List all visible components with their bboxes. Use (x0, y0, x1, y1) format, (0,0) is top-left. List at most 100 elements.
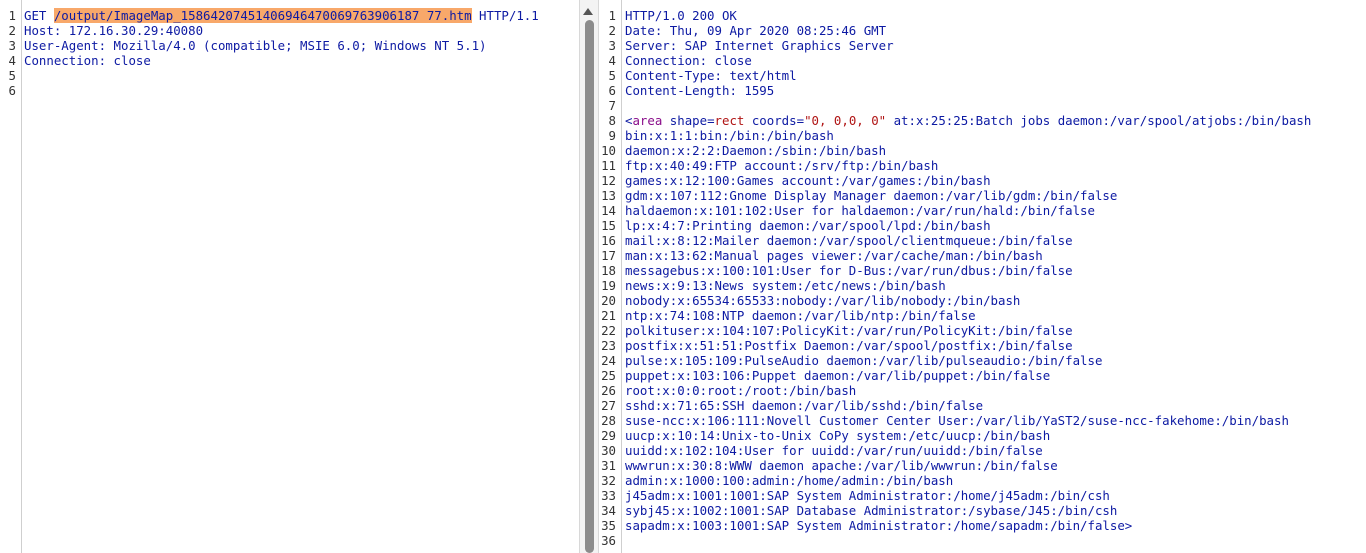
line-content[interactable]: sybj45:x:1002:1001:SAP Database Administ… (625, 503, 1117, 518)
response-line[interactable]: 14 haldaemon:x:101:102:User for haldaemon… (599, 203, 1366, 218)
line-content[interactable]: games:x:12:100:Games account:/var/games:… (625, 173, 991, 188)
line-content[interactable]: Host: 172.16.30.29:40080 (24, 23, 203, 38)
line-content[interactable]: uucp:x:10:14:Unix-to-Unix CoPy system:/e… (625, 428, 1050, 443)
line-content[interactable]: Connection: close (625, 53, 752, 68)
response-line[interactable]: 26 root:x:0:0:root:/root:/bin/bash (599, 383, 1366, 398)
response-line[interactable]: 19 news:x:9:13:News system:/etc/news:/bin… (599, 278, 1366, 293)
arrow-up-icon[interactable] (583, 8, 593, 15)
line-content[interactable]: sshd:x:71:65:SSH daemon:/var/lib/sshd:/b… (625, 398, 983, 413)
response-line[interactable]: 27 sshd:x:71:65:SSH daemon:/var/lib/sshd:… (599, 398, 1366, 413)
response-line[interactable]: 21 ntp:x:74:108:NTP daemon:/var/lib/ntp:/… (599, 308, 1366, 323)
line-content[interactable]: Content-Length: 1595 (625, 83, 774, 98)
response-line[interactable]: 4 Connection: close (599, 53, 1366, 68)
response-line[interactable]: 6 Content-Length: 1595 (599, 83, 1366, 98)
line-content[interactable]: lp:x:4:7:Printing daemon:/var/spool/lpd:… (625, 218, 991, 233)
code-token: : close (98, 53, 151, 68)
line-content[interactable]: j45adm:x:1001:1001:SAP System Administra… (625, 488, 1110, 503)
line-content[interactable]: suse-ncc:x:106:111:Novell Customer Cente… (625, 413, 1289, 428)
header-name: Connection (24, 53, 99, 68)
line-number: 11 (601, 158, 616, 173)
response-line[interactable]: 13 gdm:x:107:112:Gnome Display Manager da… (599, 188, 1366, 203)
response-line[interactable]: 2 Date: Thu, 09 Apr 2020 08:25:46 GMT (599, 23, 1366, 38)
request-line[interactable]: 5 (0, 68, 579, 83)
response-line[interactable]: 32 admin:x:1000:100:admin:/home/admin:/bi… (599, 473, 1366, 488)
line-content[interactable]: gdm:x:107:112:Gnome Display Manager daem… (625, 188, 1117, 203)
response-line[interactable]: 34 sybj45:x:1002:1001:SAP Database Admini… (599, 503, 1366, 518)
line-content[interactable]: daemon:x:2:2:Daemon:/sbin:/bin/bash (625, 143, 886, 158)
response-line[interactable]: 30 uuidd:x:102:104:User for uuidd:/var/ru… (599, 443, 1366, 458)
line-content[interactable]: GET /output/ImageMap_1586420745140694647… (24, 8, 539, 23)
code-token: sshd:x:71:65:SSH daemon:/var/lib/sshd:/b… (625, 398, 984, 413)
response-line[interactable]: 36 (599, 533, 1366, 548)
response-line[interactable]: 20 nobody:x:65534:65533:nobody:/var/lib/n… (599, 293, 1366, 308)
scrollbar-thumb[interactable] (585, 20, 594, 553)
request-line[interactable]: 6 (0, 83, 579, 98)
header-name: Date (625, 23, 655, 38)
code-token: admin:x:1000:100:admin:/home/admin:/bin/… (625, 473, 954, 488)
line-content[interactable]: man:x:13:62:Manual pages viewer:/var/cac… (625, 248, 1043, 263)
response-line[interactable]: 24 pulse:x:105:109:PulseAudio daemon:/var… (599, 353, 1366, 368)
response-line[interactable]: 33 j45adm:x:1001:1001:SAP System Administ… (599, 488, 1366, 503)
response-line[interactable]: 1 HTTP/1.0 200 OK (599, 8, 1366, 23)
request-line[interactable]: 4 Connection: close (0, 53, 579, 68)
response-line[interactable]: 15 lp:x:4:7:Printing daemon:/var/spool/lp… (599, 218, 1366, 233)
line-content[interactable]: User-Agent: Mozilla/4.0 (compatible; MSI… (24, 38, 487, 53)
line-content[interactable]: bin:x:1:1:bin:/bin:/bin/bash (625, 128, 834, 143)
line-number: 6 (8, 83, 16, 98)
response-line[interactable]: 9 bin:x:1:1:bin:/bin:/bin/bash (599, 128, 1366, 143)
line-content[interactable]: Server: SAP Internet Graphics Server (625, 38, 894, 53)
line-number: 5 (8, 68, 16, 83)
code-token: : Mozilla/4.0 (compatible; MSIE 6.0; Win… (98, 38, 487, 53)
split-scrollbar[interactable] (579, 0, 599, 553)
line-content[interactable]: sapadm:x:1003:1001:SAP System Administra… (625, 518, 1132, 533)
line-content[interactable]: ftp:x:40:49:FTP account:/srv/ftp:/bin/ba… (625, 158, 938, 173)
line-content[interactable]: Date: Thu, 09 Apr 2020 08:25:46 GMT (625, 23, 886, 38)
line-content[interactable]: Connection: close (24, 53, 151, 68)
scrollbar-track[interactable] (583, 20, 595, 553)
response-line[interactable]: 10 daemon:x:2:2:Daemon:/sbin:/bin/bash (599, 143, 1366, 158)
response-line[interactable]: 22 polkituser:x:104:107:PolicyKit:/var/ru… (599, 323, 1366, 338)
response-line[interactable]: 12 games:x:12:100:Games account:/var/game… (599, 173, 1366, 188)
line-content[interactable]: polkituser:x:104:107:PolicyKit:/var/run/… (625, 323, 1073, 338)
response-line[interactable]: 17 man:x:13:62:Manual pages viewer:/var/c… (599, 248, 1366, 263)
line-content[interactable]: nobody:x:65534:65533:nobody:/var/lib/nob… (625, 293, 1020, 308)
response-line[interactable]: 31 wwwrun:x:30:8:WWW daemon apache:/var/l… (599, 458, 1366, 473)
line-content[interactable]: mail:x:8:12:Mailer daemon:/var/spool/cli… (625, 233, 1073, 248)
request-line[interactable]: 3 User-Agent: Mozilla/4.0 (compatible; MS… (0, 38, 579, 53)
response-line[interactable]: 7 (599, 98, 1366, 113)
request-lines[interactable]: 1 GET /output/ImageMap_158642074514069464… (0, 8, 579, 98)
request-editor[interactable]: 1 GET /output/ImageMap_158642074514069464… (0, 0, 579, 553)
line-content[interactable]: pulse:x:105:109:PulseAudio daemon:/var/l… (625, 353, 1102, 368)
line-content[interactable]: news:x:9:13:News system:/etc/news:/bin/b… (625, 278, 946, 293)
response-line[interactable]: 18 messagebus:x:100:101:User for D-Bus:/v… (599, 263, 1366, 278)
response-viewer[interactable]: 1 HTTP/1.0 200 OK 2 Date: Thu, 09 Apr 2020 … (599, 0, 1366, 553)
response-lines[interactable]: 1 HTTP/1.0 200 OK 2 Date: Thu, 09 Apr 2020 … (599, 8, 1366, 548)
code-token: shape= (662, 113, 715, 128)
line-content[interactable]: root:x:0:0:root:/root:/bin/bash (625, 383, 856, 398)
response-line[interactable]: 28 suse-ncc:x:106:111:Novell Customer Cen… (599, 413, 1366, 428)
response-line[interactable]: 25 puppet:x:103:106:Puppet daemon:/var/li… (599, 368, 1366, 383)
response-line[interactable]: 11 ftp:x:40:49:FTP account:/srv/ftp:/bin/… (599, 158, 1366, 173)
line-content[interactable]: <area shape=rect coords="0, 0,0, 0" at:x… (625, 113, 1311, 128)
request-line[interactable]: 2 Host: 172.16.30.29:40080 (0, 23, 579, 38)
code-token: j45adm:x:1001:1001:SAP System Administra… (625, 488, 1110, 503)
line-content[interactable]: haldaemon:x:101:102:User for haldaemon:/… (625, 203, 1095, 218)
line-content[interactable]: wwwrun:x:30:8:WWW daemon apache:/var/lib… (625, 458, 1058, 473)
line-content[interactable]: ntp:x:74:108:NTP daemon:/var/lib/ntp:/bi… (625, 308, 976, 323)
code-token: sapadm:x:1003:1001:SAP System Administra… (625, 518, 1133, 533)
response-line[interactable]: 3 Server: SAP Internet Graphics Server (599, 38, 1366, 53)
line-content[interactable]: uuidd:x:102:104:User for uuidd:/var/run/… (625, 443, 1043, 458)
line-content[interactable]: Content-Type: text/html (625, 68, 797, 83)
line-content[interactable]: admin:x:1000:100:admin:/home/admin:/bin/… (625, 473, 953, 488)
response-line[interactable]: 5 Content-Type: text/html (599, 68, 1366, 83)
line-content[interactable]: messagebus:x:100:101:User for D-Bus:/var… (625, 263, 1073, 278)
response-line[interactable]: 16 mail:x:8:12:Mailer daemon:/var/spool/c… (599, 233, 1366, 248)
response-line[interactable]: 35 sapadm:x:1003:1001:SAP System Administ… (599, 518, 1366, 533)
response-line[interactable]: 29 uucp:x:10:14:Unix-to-Unix CoPy system:… (599, 428, 1366, 443)
line-content[interactable]: puppet:x:103:106:Puppet daemon:/var/lib/… (625, 368, 1050, 383)
response-line[interactable]: 8 <area shape=rect coords="0, 0,0, 0" at:… (599, 113, 1366, 128)
request-line[interactable]: 1 GET /output/ImageMap_158642074514069464… (0, 8, 579, 23)
line-content[interactable]: postfix:x:51:51:Postfix Daemon:/var/spoo… (625, 338, 1073, 353)
response-line[interactable]: 23 postfix:x:51:51:Postfix Daemon:/var/sp… (599, 338, 1366, 353)
line-content[interactable]: HTTP/1.0 200 OK (625, 8, 737, 23)
